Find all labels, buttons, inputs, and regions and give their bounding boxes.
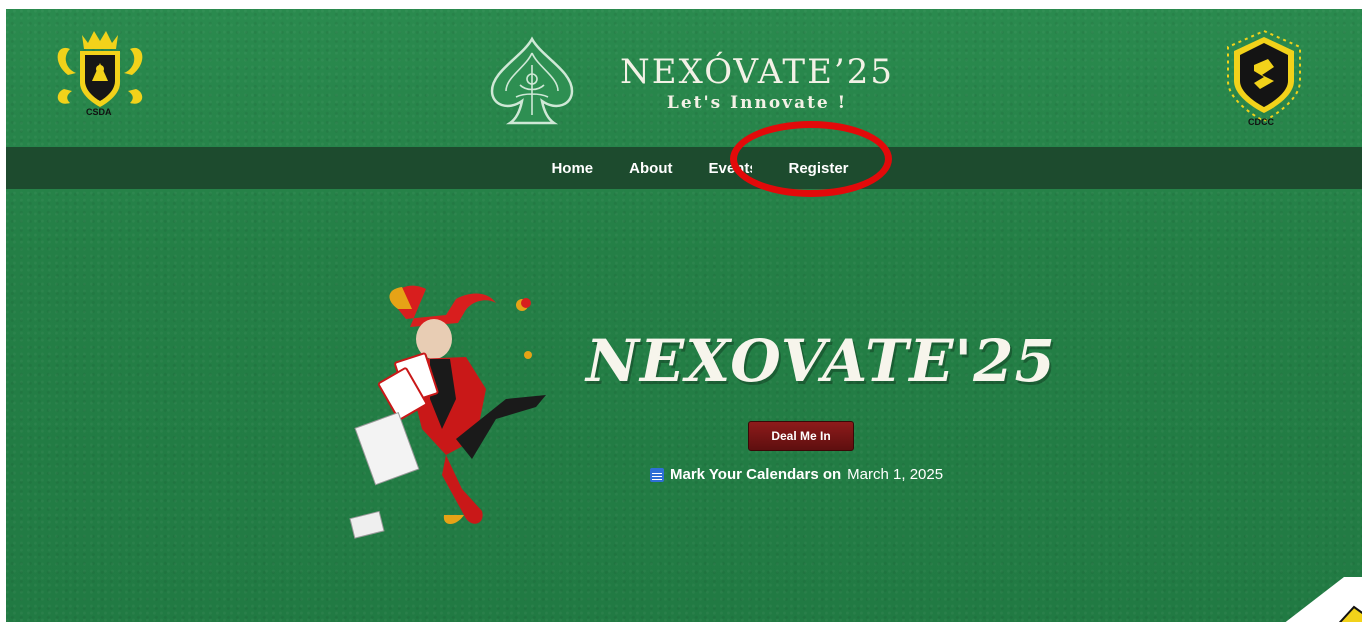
- csda-caption: CSDA: [86, 107, 112, 117]
- ornate-spade-icon: [482, 35, 582, 127]
- site-header: CSDA NEXÓVATE’25 Let's Innovate ! CDCC: [6, 9, 1362, 147]
- cdcc-caption: CDCC: [1248, 117, 1274, 127]
- date-value: March 1, 2025: [847, 466, 944, 483]
- hero-title: NEXOVATE'25: [586, 327, 1056, 395]
- joker-with-cards-icon: [349, 285, 546, 539]
- nav-events[interactable]: Events: [708, 160, 752, 177]
- main-nav: Home About Events Register: [551, 160, 848, 177]
- brand-title: NEXÓVATE’25: [620, 52, 894, 92]
- page-background: CSDA NEXÓVATE’25 Let's Innovate ! CDCC H…: [6, 9, 1362, 622]
- nav-about[interactable]: About: [629, 160, 672, 177]
- nav-home[interactable]: Home: [551, 160, 593, 177]
- cdcc-logo[interactable]: CDCC: [1218, 25, 1310, 129]
- csda-crest-icon: [57, 31, 143, 107]
- deal-me-in-button[interactable]: Deal Me In: [748, 421, 854, 451]
- csda-logo[interactable]: CSDA: [48, 23, 152, 119]
- brand-tagline: Let's Innovate !: [666, 93, 848, 113]
- nav-register[interactable]: Register: [788, 160, 848, 177]
- brand-lockup: NEXÓVATE’25 Let's Innovate !: [612, 53, 902, 113]
- joker-illustration: [346, 279, 576, 539]
- calendar-icon: [650, 467, 664, 482]
- cdcc-shield-icon: [1227, 29, 1301, 123]
- event-date-line: Mark Your Calendars on March 1, 2025: [650, 466, 943, 483]
- date-prefix: Mark Your Calendars on: [670, 466, 842, 483]
- corner-badge[interactable]: [1274, 577, 1362, 622]
- main-nav-bar: Home About Events Register: [6, 147, 1362, 189]
